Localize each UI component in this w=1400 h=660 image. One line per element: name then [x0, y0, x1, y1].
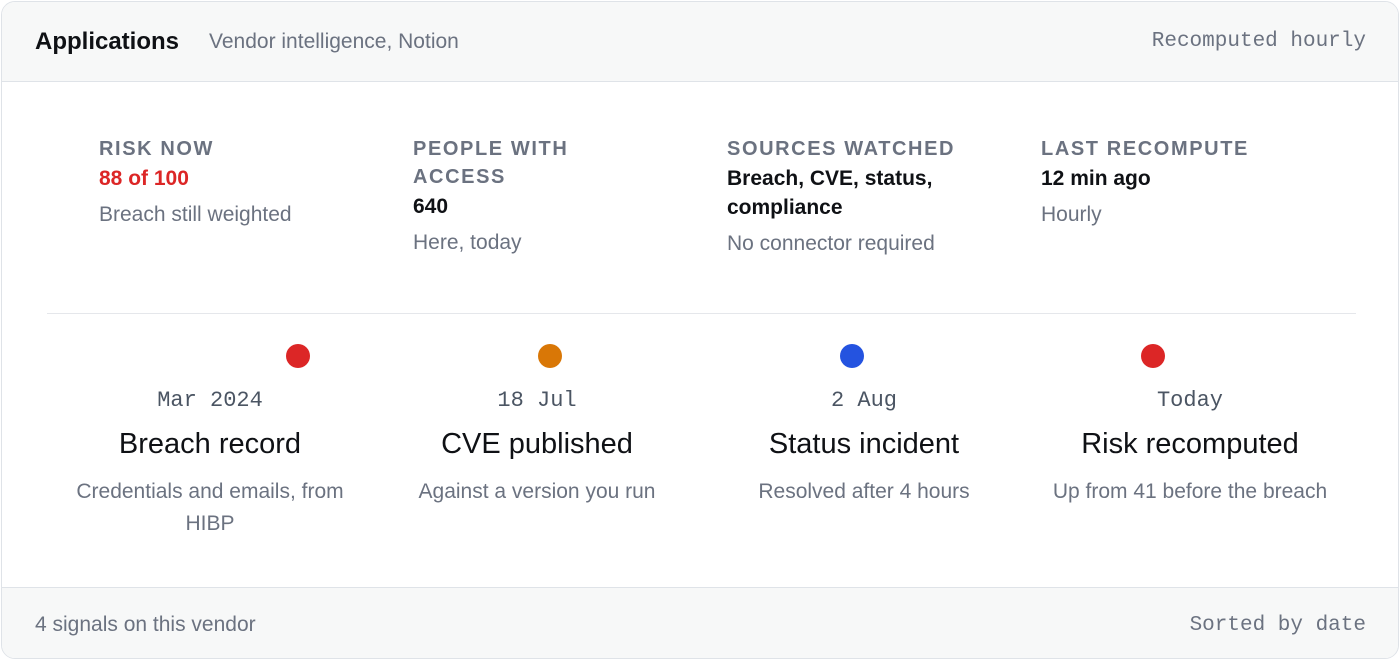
event-description: Credentials and emails, from HIBP — [76, 480, 344, 535]
stat-note: No connector required — [727, 232, 935, 255]
stat-value: 640 — [413, 195, 449, 218]
status-dot-icon — [1141, 344, 1165, 368]
page-title: Applications — [35, 28, 180, 55]
stat-label: SOURCES WATCHED — [727, 138, 956, 160]
stat-note: Here, today — [413, 231, 522, 254]
recompute-status: Recomputed hourly — [1151, 30, 1366, 53]
event-date: 2 Aug — [830, 388, 897, 413]
event-title: Breach record — [118, 428, 302, 460]
stat-sources-watched: SOURCES WATCHED Breach, CVE, status, com… — [727, 135, 997, 259]
status-dot-icon — [286, 344, 310, 368]
stat-value: Breach, CVE, status, compliance — [727, 167, 933, 219]
event-description: Up from 41 before the breach — [1052, 480, 1328, 503]
stat-people-with-access: PEOPLE WITH ACCESS 640 Here, today — [413, 135, 643, 258]
event-title: CVE published — [441, 428, 633, 460]
event-description: Resolved after 4 hours — [758, 480, 970, 503]
event-date: Today — [1156, 388, 1223, 413]
stat-value: 12 min ago — [1041, 167, 1151, 190]
stat-note: Hourly — [1041, 203, 1102, 226]
stat-note: Breach still weighted — [99, 203, 292, 226]
event-date: 18 Jul — [497, 388, 577, 413]
signal-count: 4 signals on this vendor — [35, 613, 256, 636]
stat-value: 88 of 100 — [99, 167, 189, 190]
stat-label: LAST RECOMPUTE — [1041, 138, 1249, 160]
stat-last-recompute: LAST RECOMPUTE 12 min ago Hourly — [1041, 135, 1321, 230]
card-header: Applications Vendor intelligence, Notion… — [2, 2, 1398, 82]
page-subtitle: Vendor intelligence, Notion — [209, 30, 459, 53]
stat-label: PEOPLE WITH ACCESS — [413, 138, 569, 188]
stat-label: RISK NOW — [99, 138, 215, 160]
card-footer: 4 signals on this vendor Sorted by date — [2, 587, 1398, 658]
event-description: Against a version you run — [418, 480, 656, 503]
status-dot-icon — [538, 344, 562, 368]
vendor-card: Applications Vendor intelligence, Notion… — [1, 1, 1399, 659]
event-title: Risk recomputed — [1081, 428, 1299, 460]
stat-risk-now: RISK NOW 88 of 100 Breach still weighted — [99, 135, 359, 230]
sort-toggle[interactable]: Sorted by date — [1190, 614, 1366, 637]
section-divider — [47, 313, 1356, 314]
status-dot-icon — [840, 344, 864, 368]
event-title: Status incident — [768, 428, 960, 460]
event-date: Mar 2024 — [157, 388, 263, 413]
